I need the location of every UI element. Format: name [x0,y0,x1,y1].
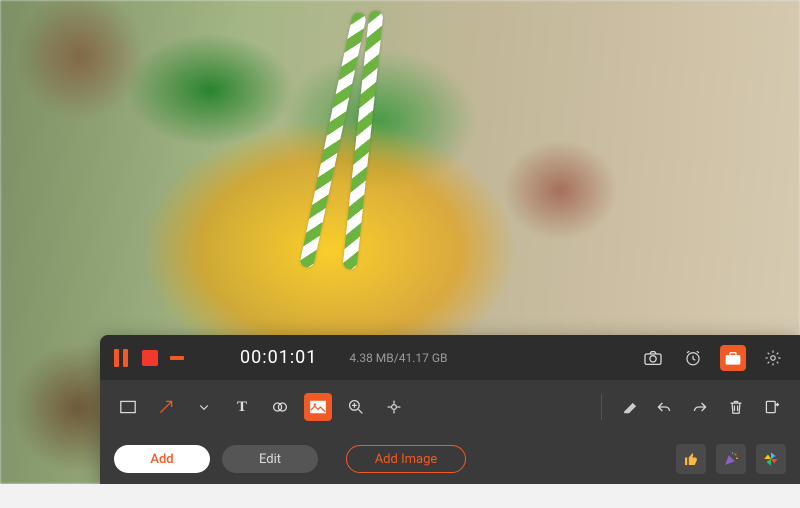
redo-icon [692,400,708,414]
divider [601,394,602,420]
pinwheel-icon [762,450,780,468]
thumbs-up-icon [682,450,700,468]
pause-button[interactable] [114,349,130,367]
gear-icon [764,349,782,367]
undo-icon [656,400,672,414]
export-button[interactable] [758,393,786,421]
dropdown-toggle[interactable] [190,393,218,421]
text-tool[interactable]: T [228,393,256,421]
crosshair-icon [386,399,402,415]
trash-icon [729,399,743,415]
recorder-top-bar: 00:01:01 4.38 MB/41.17 GB [100,335,800,380]
rectangle-icon [120,400,136,414]
tab-add[interactable]: Add [114,445,210,473]
sticker-pinwheel[interactable] [756,444,786,474]
eraser-icon [620,400,636,414]
schedule-button[interactable] [680,345,706,371]
delete-button[interactable] [722,393,750,421]
stop-button[interactable] [142,350,158,366]
counter-icon [272,399,288,415]
rectangle-tool[interactable] [114,393,142,421]
arrow-icon [158,399,174,415]
spotlight-tool[interactable] [380,393,408,421]
zoom-tool[interactable] [342,393,370,421]
text-icon: T [237,400,247,415]
chevron-down-icon [198,401,210,413]
party-popper-icon [722,450,740,468]
counter-tool[interactable] [266,393,294,421]
alarm-clock-icon [684,349,702,367]
image-tool[interactable] [304,393,332,421]
export-icon [764,399,780,415]
sticker-thumbs-up[interactable] [676,444,706,474]
minimize-button[interactable] [170,356,184,360]
toolbox-button[interactable] [720,345,746,371]
toolbox-icon [724,350,742,366]
annotation-toolbar: T [100,380,800,434]
add-image-button[interactable]: Add Image [346,445,466,473]
redo-button[interactable] [686,393,714,421]
sticker-party[interactable] [716,444,746,474]
settings-button[interactable] [760,345,786,371]
storage-status: 4.38 MB/41.17 GB [349,351,447,365]
recording-timer: 00:01:01 [240,347,317,368]
magnifier-plus-icon [348,399,364,415]
eraser-tool[interactable] [614,393,642,421]
recorder-panel: 00:01:01 4.38 MB/41.17 GB [100,335,800,484]
tab-edit[interactable]: Edit [222,445,318,473]
tabs-bar: Add Edit Add Image [100,434,800,484]
camera-icon [643,350,663,366]
image-icon [310,400,326,414]
undo-button[interactable] [650,393,678,421]
screenshot-button[interactable] [640,345,666,371]
page-footer-strip [0,484,800,508]
arrow-tool[interactable] [152,393,180,421]
